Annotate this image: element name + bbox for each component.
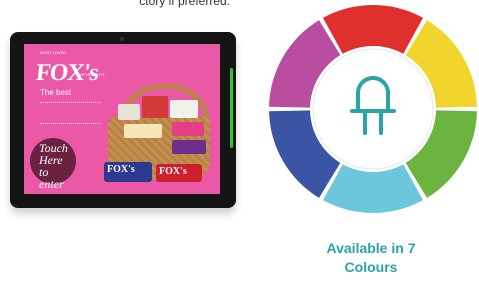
screen-subtitle: The best <box>40 88 72 97</box>
caption-line-2: Colours <box>344 259 398 275</box>
colour-wheel-graphic <box>269 5 477 214</box>
biscuit-pack-label: FOX's <box>107 164 135 175</box>
tablet-screen: MOST LOVED FOX's WE'VE GOT IT The best T… <box>24 44 220 194</box>
basket-item <box>142 96 168 118</box>
availability-caption: Available in 7 Colours <box>290 239 452 277</box>
biscuit-pack: FOX's <box>156 164 202 182</box>
led-light-strip <box>230 68 233 148</box>
basket-item <box>172 122 204 136</box>
colour-segment <box>322 5 424 54</box>
screen-description <box>40 102 100 124</box>
touch-to-enter-text: Touch Here to enter <box>39 141 68 191</box>
colour-segment <box>322 164 424 214</box>
camera-dot <box>120 37 124 41</box>
touch-to-enter-badge: Touch Here to enter <box>30 138 76 190</box>
biscuit-pack-label: FOX's <box>159 166 187 177</box>
colour-wheel <box>266 2 479 216</box>
intro-text: ctory if preferred. <box>139 0 230 8</box>
brand-small-text: MOST LOVED <box>40 50 67 55</box>
basket-item <box>170 100 198 118</box>
tablet-device: MOST LOVED FOX's WE'VE GOT IT The best T… <box>10 32 236 208</box>
basket-item <box>118 104 140 120</box>
basket-item <box>124 124 162 138</box>
caption-line-1: Available in 7 <box>326 240 416 256</box>
biscuit-pack: FOX's <box>104 162 152 182</box>
basket-item <box>172 140 206 154</box>
brand-tagline: WE'VE GOT IT <box>78 72 105 77</box>
